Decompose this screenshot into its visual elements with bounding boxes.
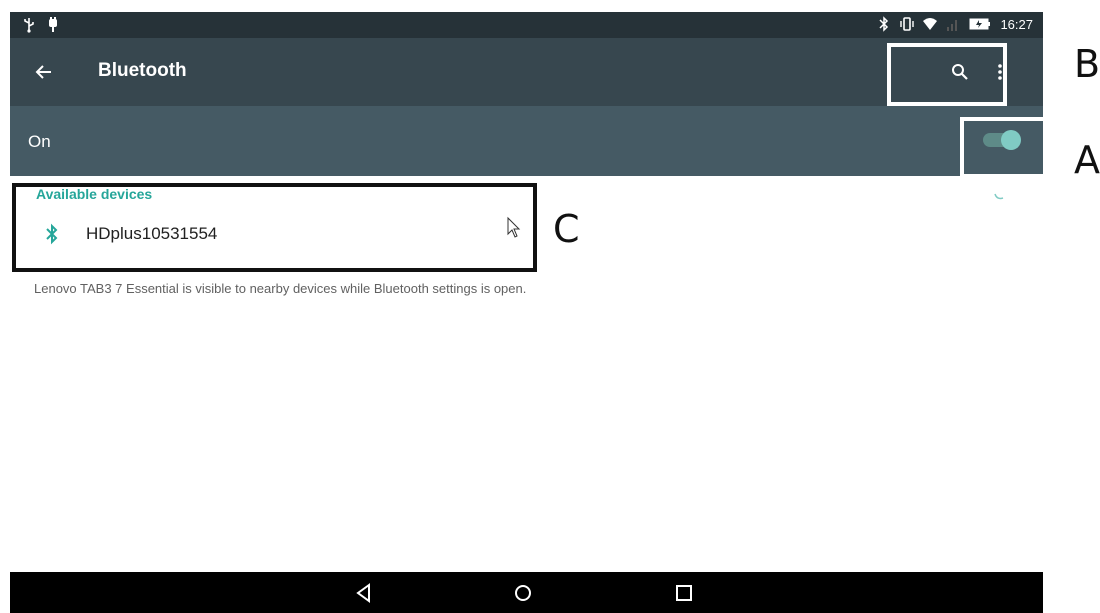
annotation-box-b (887, 43, 1007, 106)
navigation-bar (10, 572, 1043, 613)
annotation-box-a (960, 117, 1044, 178)
page-title: Bluetooth (98, 60, 187, 81)
signal-icon (947, 20, 958, 31)
status-time: 16:27 (1000, 16, 1033, 32)
scan-progress-spinner-icon (994, 193, 1004, 200)
vibrate-icon (900, 17, 915, 31)
battery-icon (969, 18, 991, 30)
bluetooth-switch-bar: On (10, 106, 1043, 176)
switch-label: On (28, 132, 51, 151)
bluetooth-status-icon (879, 16, 889, 32)
status-bar: 16:27 (10, 12, 1043, 38)
nav-home-button[interactable] (512, 582, 534, 604)
annotation-label-c: C (553, 207, 580, 251)
notification-icon (49, 17, 57, 32)
annotation-label-b: B (1074, 42, 1100, 86)
arrow-left-icon (35, 65, 51, 79)
nav-recents-button[interactable] (673, 582, 695, 604)
visibility-note: Lenovo TAB3 7 Essential is visible to ne… (34, 281, 527, 296)
usb-icon (24, 18, 34, 33)
annotation-label-a: A (1074, 138, 1100, 182)
nav-back-button[interactable] (353, 582, 375, 604)
back-button[interactable] (28, 56, 60, 88)
annotation-box-c (12, 183, 537, 272)
wifi-icon (923, 18, 938, 30)
